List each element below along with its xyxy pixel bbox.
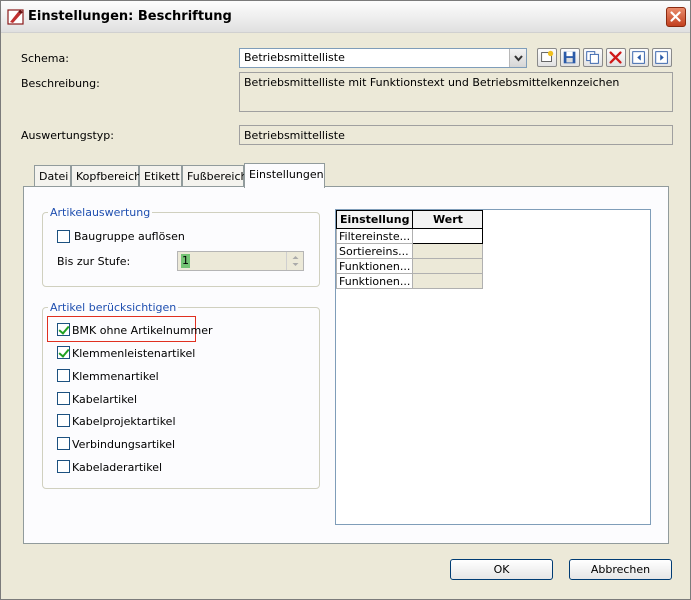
settings-grid[interactable]: Einstellung Wert Filtereinste... Sortier… [335,209,651,525]
table-row[interactable]: Funktionen... [335,273,484,289]
verbindungsartikel-label: Verbindungsartikel [72,438,176,451]
copy-icon [586,51,599,64]
bmk-checkbox[interactable] [57,323,70,336]
cancel-button[interactable]: Abbrechen [569,559,672,580]
setting-value[interactable] [412,273,484,289]
app-icon [7,9,24,25]
settings-table: Einstellung Wert Filtereinste... Sortier… [335,210,484,289]
new-schema-icon [541,50,554,62]
kabelprojektartikel-label: Kabelprojektartikel [72,415,176,428]
setting-name[interactable]: Funktionen... [335,258,414,274]
kabeladerartikel-label: Kabeladerartikel [72,461,163,474]
setting-value[interactable] [412,228,484,244]
artikelauswertung-title: Artikelauswertung [48,206,153,219]
setting-name[interactable]: Funktionen... [335,273,414,289]
kabelartikel-checkbox[interactable] [57,392,70,405]
spin-arrows-icon [292,256,299,266]
kabelprojektartikel-checkbox[interactable] [57,414,70,427]
stufe-value[interactable]: 1 [181,254,190,268]
schema-value: Betriebsmittelliste [244,51,345,64]
table-row[interactable]: Sortiereins... [335,243,484,259]
import-icon [632,51,645,64]
title-bar[interactable]: Einstellungen: Beschriftung [1,1,690,33]
klemmenartikel-checkbox[interactable] [57,369,70,382]
import-button[interactable] [629,48,649,67]
close-icon [670,11,681,22]
klemmenleistenartikel-checkbox[interactable] [57,346,70,359]
copy-button[interactable] [583,48,603,67]
tab-etikett[interactable]: Etikett [139,165,182,187]
beschreibung-label: Beschreibung: [21,77,100,90]
spinner-buttons[interactable] [286,252,303,270]
kabeladerartikel-checkbox[interactable] [57,460,70,473]
auswertungstyp-field: Betriebsmittelliste [239,125,673,145]
tab-datei[interactable]: Datei [34,165,71,187]
stufe-spinner[interactable]: 1 [177,251,304,271]
dropdown-button[interactable] [509,49,526,67]
baugruppe-label: Baugruppe auflösen [74,230,185,243]
table-row[interactable]: Funktionen... [335,258,484,274]
tab-fussbereich[interactable]: Fußbereich [182,165,248,187]
chevron-down-icon [514,55,523,62]
klemmenartikel-label: Klemmenartikel [72,370,159,383]
baugruppe-checkbox[interactable] [57,230,70,243]
window-title: Einstellungen: Beschriftung [28,9,232,24]
export-icon [655,51,668,64]
kabelartikel-label: Kabelartikel [72,393,138,406]
schema-select[interactable]: Betriebsmittelliste [239,48,527,68]
delete-icon [609,51,622,64]
stufe-label: Bis zur Stufe: [57,255,131,268]
beschreibung-field[interactable]: Betriebsmittelliste mit Funktionstext un… [239,72,673,112]
column-header-einstellung[interactable]: Einstellung [335,210,414,229]
setting-name[interactable]: Filtereinste... [335,228,414,244]
schema-label: Schema: [21,52,69,65]
save-icon [563,51,576,64]
setting-value[interactable] [412,243,484,259]
artikelauswertung-group [42,212,320,287]
bmk-label: BMK ohne Artikelnummer [72,324,213,337]
delete-button[interactable] [606,48,626,67]
tab-einstellungen[interactable]: Einstellungen [244,163,325,188]
auswertungstyp-label: Auswertungstyp: [21,129,114,142]
artikel-beruecksichtigen-title: Artikel berücksichtigen [48,301,179,314]
column-header-wert[interactable]: Wert [412,210,484,229]
setting-name[interactable]: Sortiereins... [335,243,414,259]
tab-kopfbereich[interactable]: Kopfbereich [71,165,141,187]
close-button[interactable] [666,7,686,27]
ok-button[interactable]: OK [450,559,553,580]
new-schema-button[interactable] [537,48,557,67]
verbindungsartikel-checkbox[interactable] [57,437,70,450]
dialog-window: Einstellungen: Beschriftung Schema: Betr… [0,0,691,600]
save-button[interactable] [560,48,580,67]
export-button[interactable] [652,48,672,67]
klemmenleistenartikel-label: Klemmenleistenartikel [72,347,196,360]
setting-value[interactable] [412,258,484,274]
table-row[interactable]: Filtereinste... [335,228,484,244]
